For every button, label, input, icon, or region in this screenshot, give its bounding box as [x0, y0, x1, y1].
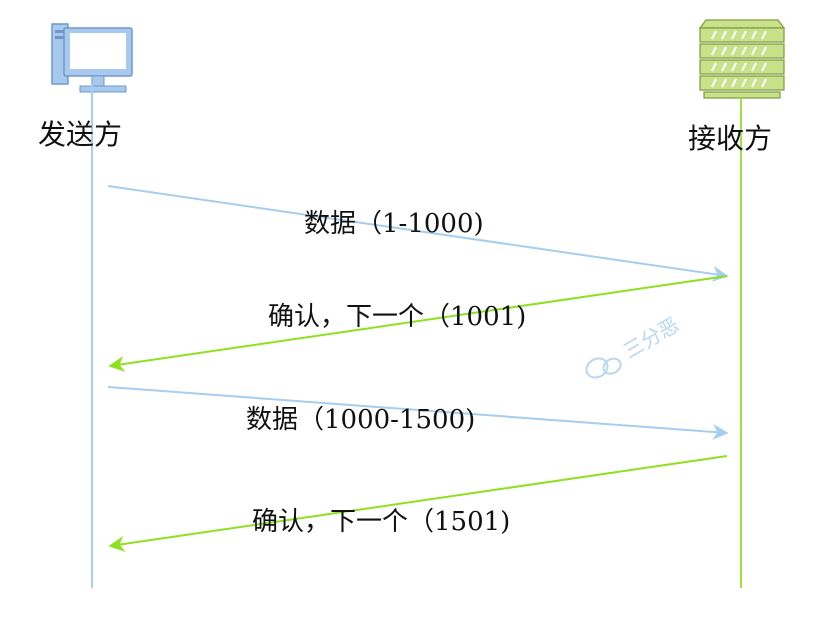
message-label-1: 数据（1-1000) [304, 209, 484, 239]
sender-label: 发送方 [38, 118, 122, 151]
message-label-2: 确认，下一个（1001) [268, 302, 526, 332]
watermark-text: 三分恶 [619, 312, 683, 363]
receiver-label: 接收方 [688, 122, 772, 155]
sequence-diagram: 发送方 接收方 三分恶 数据（1-1000) 确认，下一个（1001) 数据（1… [38, 19, 786, 588]
message-label-4: 确认，下一个（1501) [252, 507, 510, 537]
message-label-3: 数据（1000-1500) [246, 405, 475, 435]
computer-icon [51, 23, 133, 93]
wechat-icon [585, 357, 622, 379]
watermark: 三分恶 [585, 312, 683, 379]
server-icon [698, 19, 786, 99]
